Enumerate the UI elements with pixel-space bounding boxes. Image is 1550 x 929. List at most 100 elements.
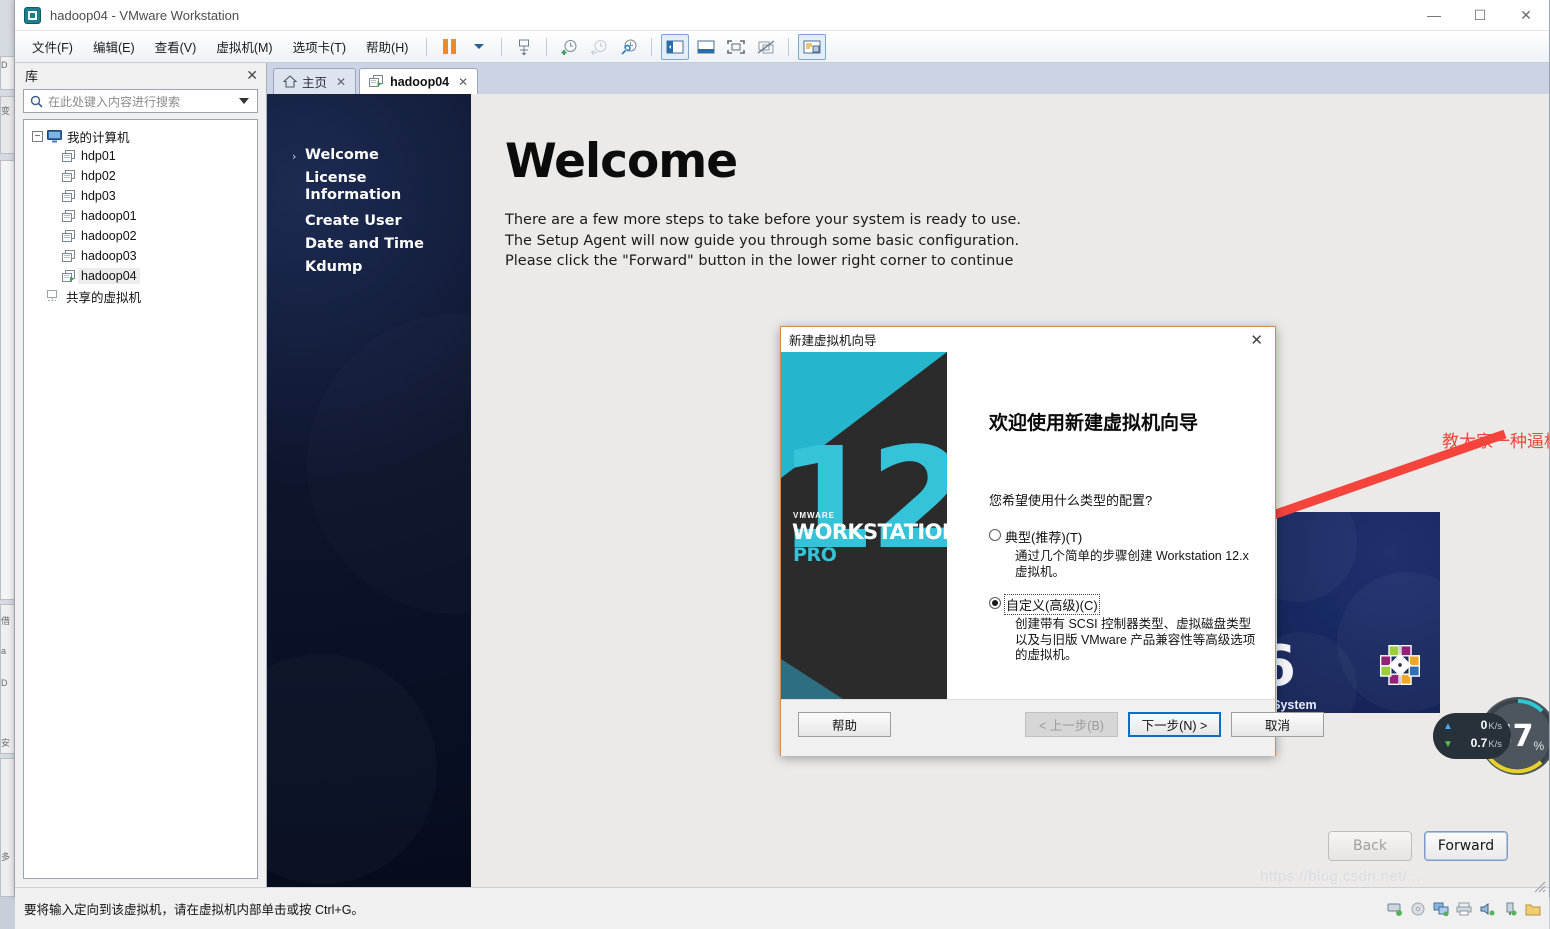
menu-edit[interactable]: 编辑(E) — [84, 33, 144, 60]
manage-snapshots-button[interactable] — [616, 35, 642, 59]
pause-vm-button[interactable] — [436, 35, 462, 59]
tab-close-icon[interactable]: ✕ — [336, 75, 346, 89]
cd-icon[interactable] — [1410, 902, 1426, 916]
take-snapshot-button[interactable] — [556, 35, 582, 59]
toolbar-separator — [426, 37, 428, 56]
tree-item-vm-selected[interactable]: hadoop04 — [24, 266, 257, 286]
new-vm-wizard-dialog[interactable]: 新建虚拟机向导 ✕ 12 VMWARE WORKSTATION PRO 欢迎使用… — [780, 326, 1324, 756]
next-button[interactable]: 下一步(N) > — [1128, 712, 1221, 737]
power-dropdown-button[interactable] — [466, 35, 492, 59]
radio-button-custom[interactable] — [989, 597, 1001, 609]
show-library-button[interactable] — [661, 33, 690, 60]
back-button[interactable]: Back — [1328, 831, 1412, 861]
search-input[interactable]: 在此处键入内容进行搜索 — [48, 93, 239, 110]
menu-vm[interactable]: 虚拟机(M) — [207, 33, 281, 60]
wizard-right-pane: 欢迎使用新建虚拟机向导 您希望使用什么类型的配置? 典型(推荐)(T) 通过几个… — [947, 352, 1275, 699]
tree-item-vm[interactable]: hdp02 — [24, 166, 257, 186]
desc-line: 以及与旧版 VMware 产品兼容性等高级选项 — [1015, 632, 1256, 647]
download-value: 0.7 — [1470, 736, 1488, 750]
step-date-and-time[interactable]: Date and Time — [305, 236, 424, 253]
tree-item-vm[interactable]: hadoop03 — [24, 246, 257, 266]
library-close-icon[interactable]: ✕ — [246, 67, 258, 84]
preferences-button[interactable] — [798, 33, 827, 60]
forward-button[interactable]: Forward — [1424, 831, 1508, 861]
bg-fragment-text: 多 — [1, 852, 11, 862]
step-label: Create User — [305, 213, 402, 229]
vm-icon — [62, 249, 75, 262]
step-label: Date and Time — [305, 236, 424, 252]
printer-icon[interactable] — [1456, 902, 1472, 916]
menu-file[interactable]: 文件(F) — [23, 33, 82, 60]
tab-close-icon[interactable]: ✕ — [458, 75, 468, 89]
chevron-down-icon[interactable] — [239, 98, 249, 104]
wizard-question: 您希望使用什么类型的配置? — [989, 493, 1153, 508]
banner-teal-shape — [781, 659, 843, 699]
step-kdump[interactable]: Kdump — [305, 259, 362, 276]
tree-root-my-computer[interactable]: − 我的计算机 — [24, 126, 257, 146]
maximize-button[interactable]: ☐ — [1457, 0, 1503, 30]
step-marker-icon: › — [292, 150, 297, 163]
resize-grip-icon[interactable] — [1534, 881, 1546, 893]
tree-item-vm[interactable]: hadoop02 — [24, 226, 257, 246]
minimize-button[interactable]: — — [1411, 0, 1457, 30]
status-bar: 要将输入定向到该虚拟机，请在虚拟机内部单击或按 Ctrl+G。 — [15, 887, 1549, 929]
wizard-title-bar: 新建虚拟机向导 ✕ — [781, 327, 1275, 352]
vm-icon — [62, 169, 75, 182]
folder-icon[interactable] — [1525, 902, 1541, 916]
enter-fullscreen-button[interactable] — [723, 35, 749, 59]
body-line: There are a few more steps to take befor… — [505, 212, 1022, 228]
radio-line[interactable]: 典型(推荐)(T) — [989, 527, 1249, 546]
radio-line[interactable]: 自定义(高级)(C) — [989, 594, 1255, 615]
back-button: < 上一步(B) — [1025, 712, 1118, 737]
menu-help[interactable]: 帮助(H) — [357, 33, 417, 60]
console-icon — [697, 40, 715, 53]
radio-option-custom[interactable]: 自定义(高级)(C) 创建带有 SCSI 控制器类型、虚拟磁盘类型 以及与旧版 … — [989, 594, 1256, 664]
tree-item-vm[interactable]: hdp03 — [24, 186, 257, 206]
tree-item-vm[interactable]: hdp01 — [24, 146, 257, 166]
tab-home[interactable]: 主页 ✕ — [273, 68, 357, 94]
tree-label: hdp02 — [81, 169, 116, 183]
sound-icon[interactable] — [1479, 902, 1495, 916]
step-welcome[interactable]: › Welcome — [292, 147, 379, 164]
radio-option-typical[interactable]: 典型(推荐)(T) 通过几个简单的步骤创建 Workstation 12.x 虚… — [989, 527, 1249, 580]
menu-view[interactable]: 查看(V) — [146, 33, 206, 60]
tree-item-shared-vms[interactable]: 共享的虚拟机 — [24, 286, 257, 306]
vm-icon — [62, 149, 75, 162]
radio-button-typical[interactable] — [989, 529, 1001, 541]
unity-mode-button[interactable] — [753, 35, 779, 59]
fullscreen-icon — [727, 39, 746, 54]
bg-fragment-text: D — [1, 678, 8, 688]
cancel-button[interactable]: 取消 — [1231, 712, 1324, 737]
vmware-icon — [24, 6, 41, 24]
desc-line: 创建带有 SCSI 控制器类型、虚拟磁盘类型 — [1015, 617, 1252, 631]
snapshot-settings-icon — [621, 39, 637, 55]
guest-screen[interactable]: › Welcome License Information Create Use… — [267, 94, 1549, 887]
wizard-close-icon[interactable]: ✕ — [1244, 331, 1269, 349]
tab-hadoop04[interactable]: hadoop04 ✕ — [359, 68, 479, 94]
toolbar-separator — [788, 37, 790, 56]
network-icon[interactable] — [1387, 902, 1403, 916]
tree-item-vm[interactable]: hadoop01 — [24, 206, 257, 226]
usb-icon[interactable] — [1502, 902, 1518, 916]
snapshot-manager-button[interactable] — [511, 35, 537, 59]
library-search-box[interactable]: 在此处键入内容进行搜索 — [23, 89, 258, 113]
banner-product: WORKSTATION — [792, 520, 947, 544]
radio-label[interactable]: 典型(推荐)(T) — [1005, 527, 1082, 546]
help-button[interactable]: 帮助 — [798, 712, 891, 737]
bg-fragment-text: 借 — [1, 616, 11, 626]
show-console-view-button[interactable] — [693, 35, 719, 59]
firstboot-body-text: There are a few more steps to take befor… — [505, 210, 1021, 272]
vm-icon — [62, 209, 75, 222]
step-create-user[interactable]: Create User — [305, 213, 402, 230]
download-row: ▼ 0.7 K/s — [1443, 736, 1511, 754]
menu-tabs[interactable]: 选项卡(T) — [284, 33, 355, 60]
close-button[interactable]: ✕ — [1503, 0, 1549, 30]
page-title: Welcome — [505, 134, 738, 189]
radio-label[interactable]: 自定义(高级)(C) — [1004, 594, 1100, 615]
tree-expander-icon[interactable]: − — [32, 130, 43, 142]
shared-vm-icon — [47, 289, 57, 301]
revert-snapshot-button[interactable] — [586, 35, 612, 59]
step-label: Kdump — [305, 259, 363, 275]
network2-icon[interactable] — [1433, 902, 1449, 916]
step-license-information[interactable]: License Information — [305, 170, 430, 204]
